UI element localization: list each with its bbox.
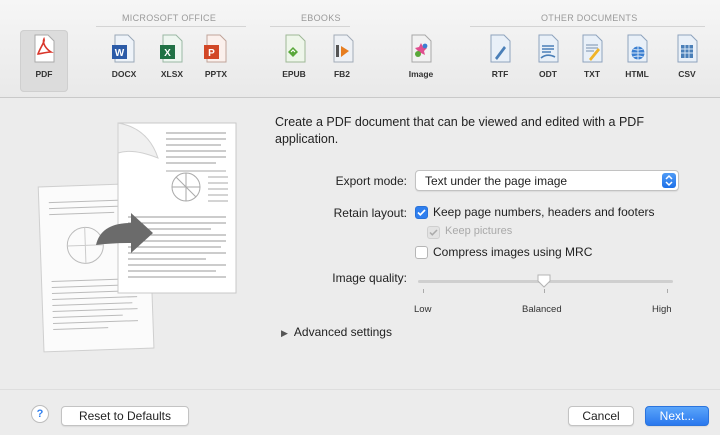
disclosure-triangle-icon: ▶ xyxy=(281,328,288,338)
slider-tick xyxy=(544,289,545,293)
dialog-footer: ? Reset to Defaults Cancel Next... xyxy=(0,389,720,435)
format-label: Image xyxy=(408,69,434,79)
chevron-updown-icon xyxy=(665,174,673,187)
powerpoint-presentation-icon: P xyxy=(204,34,227,63)
keep-pictures-label: Keep pictures xyxy=(445,225,513,237)
format-csv[interactable]: CSV xyxy=(663,30,711,92)
svg-text:P: P xyxy=(208,48,215,59)
group-divider xyxy=(96,26,246,27)
csv-table-icon xyxy=(677,34,698,63)
export-mode-select[interactable]: Text under the page image xyxy=(415,170,679,191)
image-icon xyxy=(411,34,432,63)
format-description: Create a PDF document that can be viewed… xyxy=(275,115,644,146)
format-label: CSV xyxy=(678,69,696,79)
excel-spreadsheet-icon: X xyxy=(160,34,183,63)
epub-book-icon xyxy=(285,34,306,63)
group-label-office: MICROSOFT OFFICE xyxy=(122,13,217,23)
format-label: TXT xyxy=(583,69,601,79)
group-divider xyxy=(270,26,350,27)
quality-low-label: Low xyxy=(414,304,432,315)
svg-text:W: W xyxy=(115,48,125,59)
keep-page-numbers-label: Keep page numbers, headers and footers xyxy=(433,205,655,219)
odt-document-icon xyxy=(538,34,559,63)
reset-defaults-button[interactable]: Reset to Defaults xyxy=(61,406,189,426)
fb2-book-icon xyxy=(333,34,354,63)
word-document-icon: W xyxy=(112,34,135,63)
html-globe-icon xyxy=(627,34,648,63)
compress-mrc-checkbox[interactable] xyxy=(415,246,428,259)
format-label: FB2 xyxy=(333,69,351,79)
format-pptx[interactable]: P PPTX xyxy=(192,30,240,92)
format-label: RTF xyxy=(491,69,509,79)
next-button[interactable]: Next... xyxy=(645,406,709,426)
format-txt[interactable]: TXT xyxy=(568,30,616,92)
export-mode-label: Export mode: xyxy=(335,174,407,188)
group-divider xyxy=(470,26,705,27)
advanced-settings-label: Advanced settings xyxy=(293,325,392,339)
format-label: DOCX xyxy=(111,69,137,79)
select-stepper xyxy=(662,173,676,188)
settings-panel: Create a PDF document that can be viewed… xyxy=(0,99,720,389)
format-label: EPUB xyxy=(282,69,306,79)
slider-tick xyxy=(423,289,424,293)
svg-text:X: X xyxy=(164,48,171,59)
format-xlsx[interactable]: X XLSX xyxy=(148,30,196,92)
retain-layout-label: Retain layout: xyxy=(333,206,407,220)
format-rtf[interactable]: RTF xyxy=(476,30,524,92)
format-label: PPTX xyxy=(204,69,228,79)
export-mode-value: Text under the page image xyxy=(425,174,568,188)
rtf-document-icon xyxy=(490,34,511,63)
format-docx[interactable]: W DOCX xyxy=(100,30,148,92)
format-label: PDF xyxy=(35,69,53,79)
format-pdf[interactable]: PDF xyxy=(20,30,68,92)
text-document-icon xyxy=(582,34,603,63)
format-label: ODT xyxy=(539,69,557,79)
keep-pictures-checkbox xyxy=(427,226,440,239)
format-label: XLSX xyxy=(160,69,184,79)
advanced-settings-disclosure[interactable]: ▶ Advanced settings xyxy=(281,325,392,339)
image-quality-label: Image quality: xyxy=(332,271,407,285)
compress-mrc-label: Compress images using MRC xyxy=(433,245,593,259)
conversion-illustration xyxy=(37,122,237,353)
quality-balanced-label: Balanced xyxy=(522,304,562,315)
format-odt[interactable]: ODT xyxy=(524,30,572,92)
group-label-ebooks: EBOOKS xyxy=(301,13,341,23)
format-epub[interactable]: EPUB xyxy=(270,30,318,92)
checkmark-icon xyxy=(429,229,438,236)
quality-high-label: High xyxy=(652,304,672,315)
group-label-other: OTHER DOCUMENTS xyxy=(541,13,638,23)
format-fb2[interactable]: FB2 xyxy=(318,30,366,92)
slider-tick xyxy=(667,289,668,293)
help-button[interactable]: ? xyxy=(31,405,49,423)
checkmark-icon xyxy=(417,209,426,217)
pdf-icon xyxy=(34,34,55,63)
keep-page-numbers-checkbox[interactable] xyxy=(415,206,428,219)
format-image[interactable]: Image xyxy=(397,30,445,92)
slider-knob[interactable] xyxy=(536,273,552,289)
format-label: HTML xyxy=(625,69,649,79)
format-html[interactable]: HTML xyxy=(613,30,661,92)
cancel-button[interactable]: Cancel xyxy=(568,406,634,426)
format-toolbar: MICROSOFT OFFICE EBOOKS OTHER DOCUMENTS … xyxy=(0,0,720,98)
